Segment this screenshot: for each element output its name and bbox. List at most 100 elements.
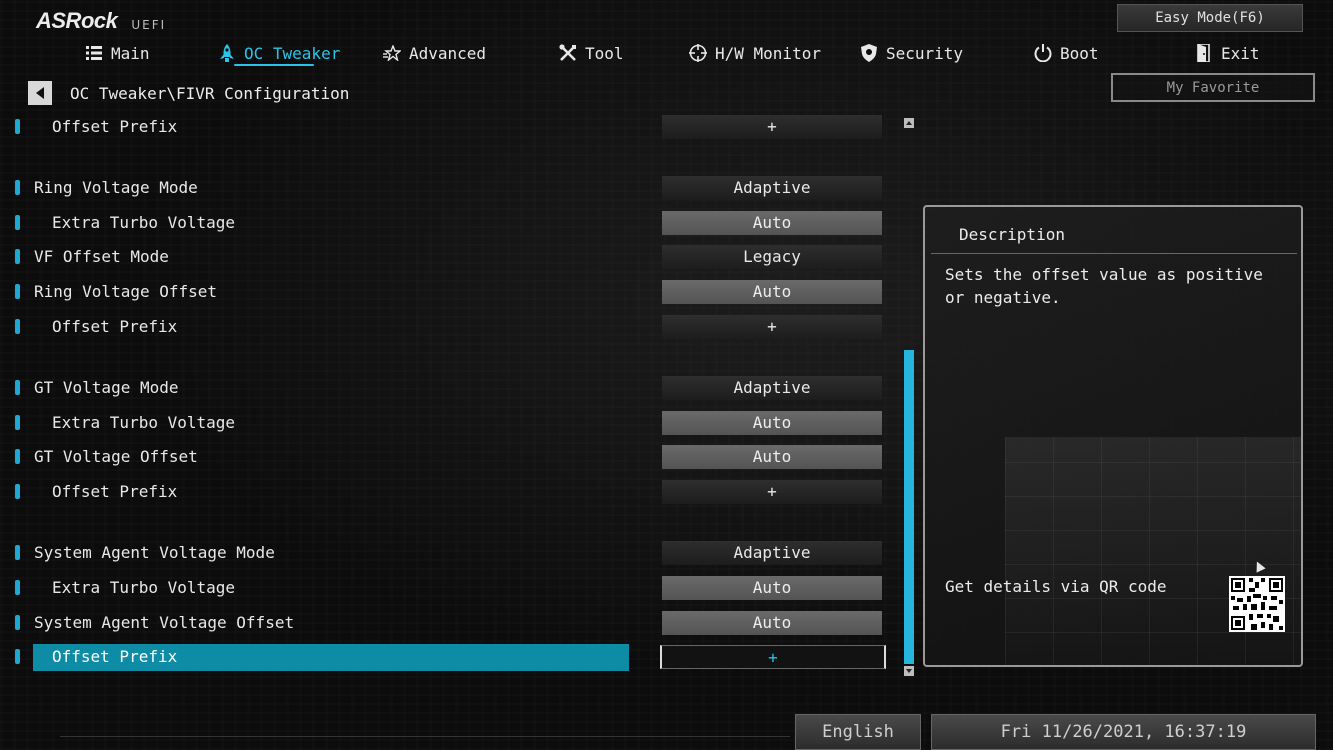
back-button[interactable] bbox=[28, 81, 52, 105]
setting-label: GT Voltage Mode bbox=[34, 378, 179, 397]
setting-value[interactable]: + bbox=[662, 115, 882, 139]
star-icon bbox=[383, 44, 401, 62]
setting-label: Extra Turbo Voltage bbox=[52, 578, 236, 597]
row-marker bbox=[15, 319, 20, 334]
setting-value[interactable]: Adaptive bbox=[662, 376, 882, 400]
language-button[interactable]: English bbox=[795, 714, 921, 750]
setting-row[interactable]: GT Voltage Offset Auto bbox=[0, 445, 900, 469]
setting-row[interactable]: Extra Turbo Voltage Auto bbox=[0, 576, 900, 600]
setting-row[interactable]: System Agent Voltage Offset Auto bbox=[0, 611, 900, 635]
tab-oc-tweaker-label: OC Tweaker bbox=[244, 43, 341, 63]
tab-main-label: Main bbox=[111, 43, 150, 63]
setting-label: VF Offset Mode bbox=[34, 247, 169, 266]
description-title: Description bbox=[959, 225, 1065, 244]
row-marker bbox=[15, 615, 20, 630]
crosshair-icon bbox=[689, 44, 707, 62]
settings-scrollbar[interactable] bbox=[904, 118, 914, 678]
setting-value[interactable]: Adaptive bbox=[662, 541, 882, 565]
row-marker bbox=[15, 249, 20, 264]
setting-label: Offset Prefix bbox=[52, 647, 178, 666]
row-marker bbox=[15, 545, 20, 560]
tab-advanced-label: Advanced bbox=[409, 43, 487, 63]
setting-row[interactable]: GT Voltage Mode Adaptive bbox=[0, 376, 900, 400]
setting-row[interactable]: VF Offset Mode Legacy bbox=[0, 245, 900, 269]
tab-exit[interactable]: Exit bbox=[1195, 40, 1260, 66]
row-marker bbox=[15, 284, 20, 299]
row-marker bbox=[15, 415, 20, 430]
setting-row[interactable]: Offset Prefix + bbox=[0, 480, 900, 504]
setting-value[interactable]: + bbox=[662, 480, 882, 504]
setting-label: System Agent Voltage Mode bbox=[34, 543, 275, 562]
datetime-display: Fri 11/26/2021, 16:37:19 bbox=[931, 714, 1316, 750]
setting-value[interactable]: Auto bbox=[662, 445, 882, 469]
door-icon bbox=[1195, 44, 1213, 62]
setting-row[interactable]: Offset Prefix + bbox=[0, 315, 900, 339]
setting-value[interactable]: Legacy bbox=[662, 245, 882, 269]
description-text: Sets the offset value as positive or neg… bbox=[945, 265, 1263, 307]
tab-advanced[interactable]: Advanced bbox=[383, 40, 486, 66]
setting-value[interactable]: Auto bbox=[662, 411, 882, 435]
shield-icon bbox=[860, 44, 878, 62]
list-icon bbox=[85, 44, 103, 62]
rocket-icon bbox=[218, 44, 236, 62]
setting-value[interactable]: Adaptive bbox=[662, 176, 882, 200]
setting-label: Ring Voltage Offset bbox=[34, 282, 218, 301]
decorative-tiles bbox=[1005, 437, 1301, 665]
asrock-logo: ASRock UEFI bbox=[36, 6, 166, 34]
brand-suffix: UEFI bbox=[131, 18, 167, 32]
setting-row[interactable]: Offset Prefix + bbox=[0, 115, 900, 139]
setting-value[interactable]: Auto bbox=[662, 280, 882, 304]
my-favorite-button[interactable]: My Favorite bbox=[1111, 73, 1315, 102]
tab-boot-label: Boot bbox=[1060, 43, 1099, 63]
row-marker bbox=[15, 380, 20, 395]
scroll-down-icon[interactable] bbox=[904, 666, 914, 676]
tab-oc-tweaker[interactable]: OC Tweaker bbox=[218, 40, 340, 66]
tab-hw-monitor-label: H/W Monitor bbox=[715, 43, 821, 63]
row-marker bbox=[15, 449, 20, 464]
footer-divider bbox=[60, 736, 790, 737]
back-arrow-icon bbox=[36, 87, 44, 99]
scroll-up-icon[interactable] bbox=[904, 118, 914, 128]
setting-label: Extra Turbo Voltage bbox=[52, 413, 236, 432]
breadcrumb: OC Tweaker\FIVR Configuration bbox=[28, 81, 349, 105]
setting-value[interactable]: Auto bbox=[662, 211, 882, 235]
power-icon bbox=[1034, 44, 1052, 62]
tab-main[interactable]: Main bbox=[85, 40, 150, 66]
setting-value[interactable]: Auto bbox=[662, 576, 882, 600]
tab-tool[interactable]: Tool bbox=[559, 40, 624, 66]
tab-tool-label: Tool bbox=[585, 43, 624, 63]
tab-security[interactable]: Security bbox=[860, 40, 963, 66]
row-marker bbox=[15, 649, 20, 664]
easy-mode-button[interactable]: Easy Mode(F6) bbox=[1117, 4, 1303, 32]
setting-label: Offset Prefix bbox=[52, 482, 178, 501]
tab-security-label: Security bbox=[886, 43, 964, 63]
setting-label: Extra Turbo Voltage bbox=[52, 213, 236, 232]
setting-label: Offset Prefix bbox=[52, 317, 178, 336]
setting-label: System Agent Voltage Offset bbox=[34, 613, 295, 632]
tab-hw-monitor[interactable]: H/W Monitor bbox=[689, 40, 821, 66]
setting-row[interactable]: Ring Voltage Offset Auto bbox=[0, 280, 900, 304]
setting-row[interactable]: Ring Voltage Mode Adaptive bbox=[0, 176, 900, 200]
setting-label: Offset Prefix bbox=[52, 117, 178, 136]
setting-row[interactable]: Extra Turbo Voltage Auto bbox=[0, 411, 900, 435]
brand-name: ASRock bbox=[36, 8, 118, 33]
row-marker bbox=[15, 119, 20, 134]
row-marker bbox=[15, 180, 20, 195]
tools-icon bbox=[559, 44, 577, 62]
breadcrumb-path: OC Tweaker\FIVR Configuration bbox=[70, 83, 350, 103]
description-panel: Description Sets the offset value as pos… bbox=[923, 205, 1303, 667]
setting-label: GT Voltage Offset bbox=[34, 447, 198, 466]
tab-boot[interactable]: Boot bbox=[1034, 40, 1099, 66]
tab-exit-label: Exit bbox=[1221, 43, 1260, 63]
setting-value[interactable]: Auto bbox=[662, 611, 882, 635]
setting-row[interactable]: Extra Turbo Voltage Auto bbox=[0, 211, 900, 235]
scroll-thumb[interactable] bbox=[904, 350, 914, 664]
row-marker bbox=[15, 215, 20, 230]
row-marker bbox=[15, 484, 20, 499]
row-marker bbox=[15, 580, 20, 595]
qr-code-icon[interactable] bbox=[1229, 576, 1285, 632]
setting-row[interactable]: System Agent Voltage Mode Adaptive bbox=[0, 541, 900, 565]
setting-value[interactable]: + bbox=[662, 315, 882, 339]
setting-row-selected[interactable]: Offset Prefix + bbox=[0, 644, 900, 671]
setting-value[interactable]: + bbox=[660, 645, 886, 669]
